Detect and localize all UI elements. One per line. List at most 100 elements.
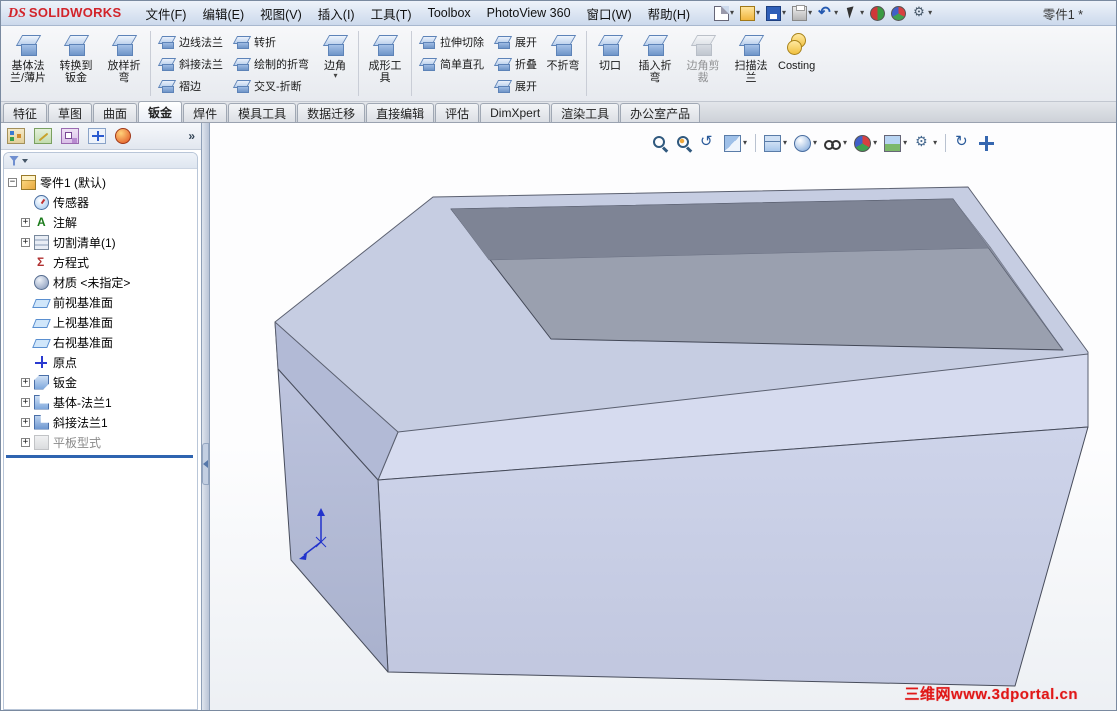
ribbon-button-extruded-cut[interactable]: 拉伸切除 bbox=[416, 31, 487, 51]
ribbon-button-unfold[interactable]: 展开 bbox=[491, 31, 540, 51]
ribbon-button-convert-to-sheet-metal[interactable]: 转换到钣金 bbox=[52, 28, 100, 99]
commandmanager-tab[interactable]: 数据迁移 bbox=[297, 103, 366, 122]
view-tool-previous-view[interactable] bbox=[698, 131, 719, 155]
view-tool-view-orientation[interactable]: ▾ bbox=[762, 131, 789, 155]
qtool-rebuild[interactable] bbox=[868, 5, 887, 22]
commandmanager-tab[interactable]: 钣金 bbox=[138, 101, 183, 122]
panel-splitter[interactable] bbox=[202, 123, 210, 710]
qtool-undo[interactable]: ▾ bbox=[816, 3, 840, 22]
ribbon-button-miter-flange[interactable]: 斜接法兰 bbox=[155, 53, 226, 73]
view-tool-hide-show-items[interactable]: ▾ bbox=[822, 131, 849, 155]
view-tool-apply-scene[interactable]: ▾ bbox=[882, 131, 909, 155]
qtool-print[interactable]: ▾ bbox=[790, 4, 814, 22]
ribbon-button-base-flange[interactable]: 基体法兰/薄片 bbox=[4, 28, 52, 99]
tree-item-sheet-metal[interactable]: + 钣金 bbox=[4, 372, 197, 392]
tree-expander[interactable]: + bbox=[21, 377, 30, 387]
tree-item-sensors[interactable]: 传感器 bbox=[4, 192, 197, 212]
tree-expander[interactable]: + bbox=[21, 397, 30, 407]
ribbon-button-hem[interactable]: 褶边 bbox=[155, 75, 226, 95]
model-3d-box[interactable] bbox=[210, 123, 1116, 710]
ribbon-button-simple-hole[interactable]: 简单直孔 bbox=[416, 53, 487, 73]
tree-item-part[interactable]: − 零件1 (默认) bbox=[4, 172, 197, 192]
tree-item-origin[interactable]: 原点 bbox=[4, 352, 197, 372]
menu-item[interactable]: Toolbox bbox=[420, 2, 479, 24]
ribbon-button-jog[interactable]: 转折 bbox=[230, 31, 312, 51]
commandmanager-tab[interactable]: DimXpert bbox=[480, 103, 551, 122]
commandmanager-tab[interactable]: 曲面 bbox=[93, 103, 138, 122]
commandmanager-tab[interactable]: 渲染工具 bbox=[551, 103, 620, 122]
view-tool-pan[interactable] bbox=[976, 131, 997, 155]
qtool-appearance[interactable] bbox=[889, 5, 908, 22]
ribbon-button-forming-tool[interactable]: 成形工具 bbox=[361, 28, 409, 99]
tree-expander[interactable]: + bbox=[21, 217, 30, 227]
tree-item-base-flange[interactable]: + 基体-法兰1 bbox=[4, 392, 197, 412]
ribbon-button-swept-flange[interactable]: 扫描法兰 bbox=[727, 28, 775, 99]
qtool-save[interactable]: ▾ bbox=[764, 5, 788, 22]
tree-item-plane[interactable]: 前视基准面 bbox=[4, 292, 197, 312]
chevron-down-icon[interactable] bbox=[22, 158, 28, 163]
tree-item-plane[interactable]: 上视基准面 bbox=[4, 312, 197, 332]
rollback-bar[interactable] bbox=[6, 455, 193, 458]
tree-item-miter-flange[interactable]: + 斜接法兰1 bbox=[4, 412, 197, 432]
qtool-options[interactable]: ▾ bbox=[910, 4, 934, 22]
view-tool-rotate-view[interactable] bbox=[952, 131, 973, 155]
menu-item[interactable]: 视图(V) bbox=[252, 1, 310, 27]
tree-expander[interactable]: + bbox=[21, 237, 30, 247]
filter-funnel-icon[interactable] bbox=[9, 155, 19, 166]
ribbon-button-flatten[interactable]: 展开 bbox=[491, 75, 540, 95]
tree-expander[interactable]: + bbox=[21, 417, 30, 427]
view-tool-zoom-area[interactable] bbox=[674, 131, 695, 155]
qtool-open[interactable]: ▾ bbox=[738, 5, 762, 22]
ribbon-button-corner[interactable]: 边角 ▾ bbox=[314, 28, 356, 99]
menu-item[interactable]: 编辑(E) bbox=[194, 1, 252, 27]
view-tool-zoom-fit[interactable] bbox=[650, 131, 671, 155]
ribbon-button-sketched-bend[interactable]: 绘制的折弯 bbox=[230, 53, 312, 73]
panel-tab-configurationmanager[interactable] bbox=[61, 128, 79, 144]
commandmanager-tab[interactable]: 特征 bbox=[3, 103, 48, 122]
ribbon-button-rip[interactable]: 切口 bbox=[589, 28, 631, 99]
menu-item[interactable]: 窗口(W) bbox=[579, 1, 640, 27]
menu-item[interactable]: 插入(I) bbox=[310, 1, 363, 27]
panel-expand-chevron[interactable]: » bbox=[188, 129, 195, 143]
commandmanager-tab[interactable]: 模具工具 bbox=[228, 103, 297, 122]
view-tool-edit-appearance[interactable]: ▾ bbox=[852, 131, 879, 155]
view-tool-display-style[interactable]: ▾ bbox=[792, 131, 819, 155]
menu-item[interactable]: 帮助(H) bbox=[640, 1, 698, 27]
tree-item-annotations[interactable]: + 注解 bbox=[4, 212, 197, 232]
ribbon-button-no-bends[interactable]: 不折弯 bbox=[542, 28, 584, 99]
panel-tab-featuremanager[interactable] bbox=[7, 128, 25, 144]
ribbon-button-lofted-bend[interactable]: 放样折弯 bbox=[100, 28, 148, 99]
commandmanager-tab[interactable]: 直接编辑 bbox=[366, 103, 435, 122]
cross-break-icon bbox=[233, 78, 250, 93]
commandmanager-tab[interactable]: 办公室产品 bbox=[620, 103, 701, 122]
tree-expander[interactable]: + bbox=[21, 437, 30, 447]
viewport[interactable]: ▾ ▾ ▾ ▾ ▾ ▾ ▾ bbox=[210, 123, 1116, 710]
tree-expander[interactable]: − bbox=[8, 177, 17, 187]
qtool-new[interactable]: ▾ bbox=[712, 5, 736, 22]
ribbon-button-costing[interactable]: Costing bbox=[775, 28, 818, 99]
menu-item[interactable]: PhotoView 360 bbox=[479, 2, 579, 24]
tree-item-plane[interactable]: 右视基准面 bbox=[4, 332, 197, 352]
menu-item[interactable]: 文件(F) bbox=[137, 1, 194, 27]
tree-item-cut-list[interactable]: + 切割清单(1) bbox=[4, 232, 197, 252]
tree-item-equations[interactable]: 方程式 bbox=[4, 252, 197, 272]
commandmanager-tab[interactable]: 草图 bbox=[48, 103, 93, 122]
view-tool-view-settings[interactable]: ▾ bbox=[912, 131, 939, 155]
menu-item[interactable]: 工具(T) bbox=[363, 1, 420, 27]
ribbon-separator bbox=[411, 31, 412, 96]
ribbon-button-edge-flange[interactable]: 边线法兰 bbox=[155, 31, 226, 51]
ribbon-button-corner-trim[interactable]: 边角剪裁 bbox=[679, 28, 727, 99]
tree-item-material[interactable]: 材质 <未指定> bbox=[4, 272, 197, 292]
ribbon-button-cross-break[interactable]: 交叉-折断 bbox=[230, 75, 312, 95]
ribbon-button-label: 放样折弯 bbox=[107, 60, 141, 85]
commandmanager-tab[interactable]: 焊件 bbox=[183, 103, 228, 122]
commandmanager-tab[interactable]: 评估 bbox=[435, 103, 480, 122]
view-tool-section-view[interactable]: ▾ bbox=[722, 131, 749, 155]
ribbon-button-fold[interactable]: 折叠 bbox=[491, 53, 540, 73]
panel-tab-propertymanager[interactable] bbox=[34, 128, 52, 144]
tree-item-flat-pattern[interactable]: + 平板型式 bbox=[4, 432, 197, 452]
panel-tab-displaymanager[interactable] bbox=[115, 128, 131, 144]
qtool-select[interactable]: ▾ bbox=[842, 5, 866, 22]
ribbon-button-insert-bends[interactable]: 插入折弯 bbox=[631, 28, 679, 99]
panel-tab-dimxpertmanager[interactable] bbox=[88, 128, 106, 144]
